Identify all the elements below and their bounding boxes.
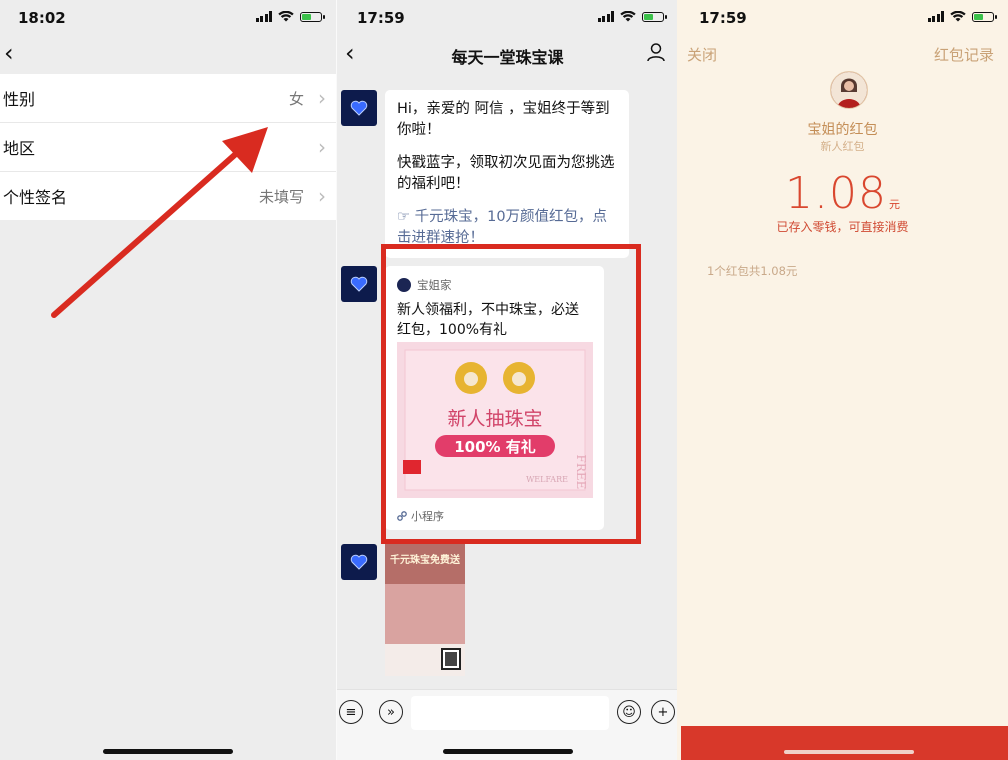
chat-title: 每天一堂珠宝课 [451, 48, 564, 67]
chat-screen: 17:59 ‹ 每天一堂珠宝课 Hi，亲爱的 阿信 ，宝姐终于等到你啦！ 快戳蓝… [336, 0, 678, 760]
settings-row-gender[interactable]: 性别 女 › [0, 74, 336, 123]
close-button[interactable]: 关闭 [687, 44, 717, 65]
settings-list: 性别 女 › 地区 › 个性签名 未填写 › [0, 74, 336, 220]
signal-icon [255, 11, 272, 22]
sender-portrait [831, 72, 867, 108]
chevron-right-icon: › [318, 184, 326, 208]
chevron-right-icon: › [318, 86, 326, 110]
row-value: 未填写 [258, 187, 304, 206]
menu-toggle-icon[interactable]: ≡ [339, 700, 363, 724]
message-greeting: Hi，亲爱的 阿信 ，宝姐终于等到你啦！ [397, 101, 610, 138]
poster-title: 千元珠宝免费送 [390, 553, 461, 566]
wifi-icon [620, 11, 636, 22]
wifi-icon [278, 11, 294, 22]
battery-icon [642, 11, 667, 22]
row-label: 性别 [3, 90, 36, 109]
sender-avatar [830, 71, 868, 109]
settings-row-region[interactable]: 地区 › [0, 123, 336, 172]
profile-settings-screen: 18:02 ‹ 性别 女 › 地区 › 个性签名 未填写 › [0, 0, 336, 760]
row-label: 个性签名 [3, 188, 68, 207]
heart-necklace-icon [350, 100, 368, 116]
heart-necklace-icon [350, 554, 368, 570]
deposit-note[interactable]: 已存入零钱，可直接消费 [677, 218, 1008, 235]
red-packet-detail-screen: 17:59 关闭 红包记录 宝姐的红包 新人红包 1.08 元 已存入零钱，可直接… [677, 0, 1008, 760]
voice-icon[interactable]: » [379, 700, 403, 724]
signal-icon [597, 11, 614, 22]
status-bar: 17:59 [337, 0, 678, 34]
welcome-message-bubble: Hi，亲爱的 阿信 ，宝姐终于等到你啦！ 快戳蓝字，领取初次见面为您挑选的福利吧… [385, 90, 629, 258]
official-account-avatar[interactable] [341, 266, 377, 302]
row-label: 地区 [3, 139, 36, 158]
home-indicator [784, 750, 914, 754]
official-account-avatar[interactable] [341, 90, 377, 126]
signal-icon [927, 11, 944, 22]
add-icon[interactable]: + [651, 700, 675, 724]
status-time: 18:02 [18, 9, 66, 27]
status-time: 17:59 [699, 9, 747, 27]
status-icons [927, 11, 997, 22]
status-time: 17:59 [357, 9, 405, 27]
status-bar: 18:02 [0, 0, 336, 34]
status-bar: 17:59 [677, 0, 1008, 34]
battery-icon [972, 11, 997, 22]
sender-name: 宝姐的红包 [807, 122, 878, 138]
message-input[interactable] [411, 696, 609, 730]
home-indicator [443, 749, 573, 754]
back-icon[interactable]: ‹ [4, 41, 14, 65]
official-account-avatar[interactable] [341, 544, 377, 580]
status-icons [597, 11, 667, 22]
row-value: 女 [288, 89, 304, 108]
amount-display: 1.08 元 [677, 168, 1008, 219]
amount-value: 1.08 [785, 168, 887, 219]
battery-icon [300, 11, 325, 22]
poster-illustration: 千元珠宝免费送 [385, 544, 465, 676]
home-indicator [103, 749, 233, 754]
settings-row-signature[interactable]: 个性签名 未填写 › [0, 172, 336, 220]
chevron-right-icon: › [318, 135, 326, 159]
emoji-icon[interactable]: ☺ [617, 700, 641, 724]
red-highlight-box [381, 244, 641, 544]
group-invite-link[interactable]: ☞ 千元珠宝，10万颜值红包，点击进群速抢！ [397, 207, 617, 249]
amount-unit: 元 [888, 198, 900, 211]
promo-poster-image[interactable]: 千元珠宝免费送 [385, 544, 465, 676]
heart-necklace-icon [350, 276, 368, 292]
status-icons [255, 11, 325, 22]
profile-icon[interactable] [646, 42, 666, 62]
red-packet-type: 新人红包 [820, 140, 865, 153]
red-packet-summary: 1个红包共1.08元 [707, 264, 798, 278]
bottom-red-band [681, 726, 1008, 760]
red-packet-records-link[interactable]: 红包记录 [934, 44, 994, 65]
message-prompt: 快戳蓝字，领取初次见面为您挑选的福利吧！ [397, 155, 615, 192]
wifi-icon [950, 11, 966, 22]
